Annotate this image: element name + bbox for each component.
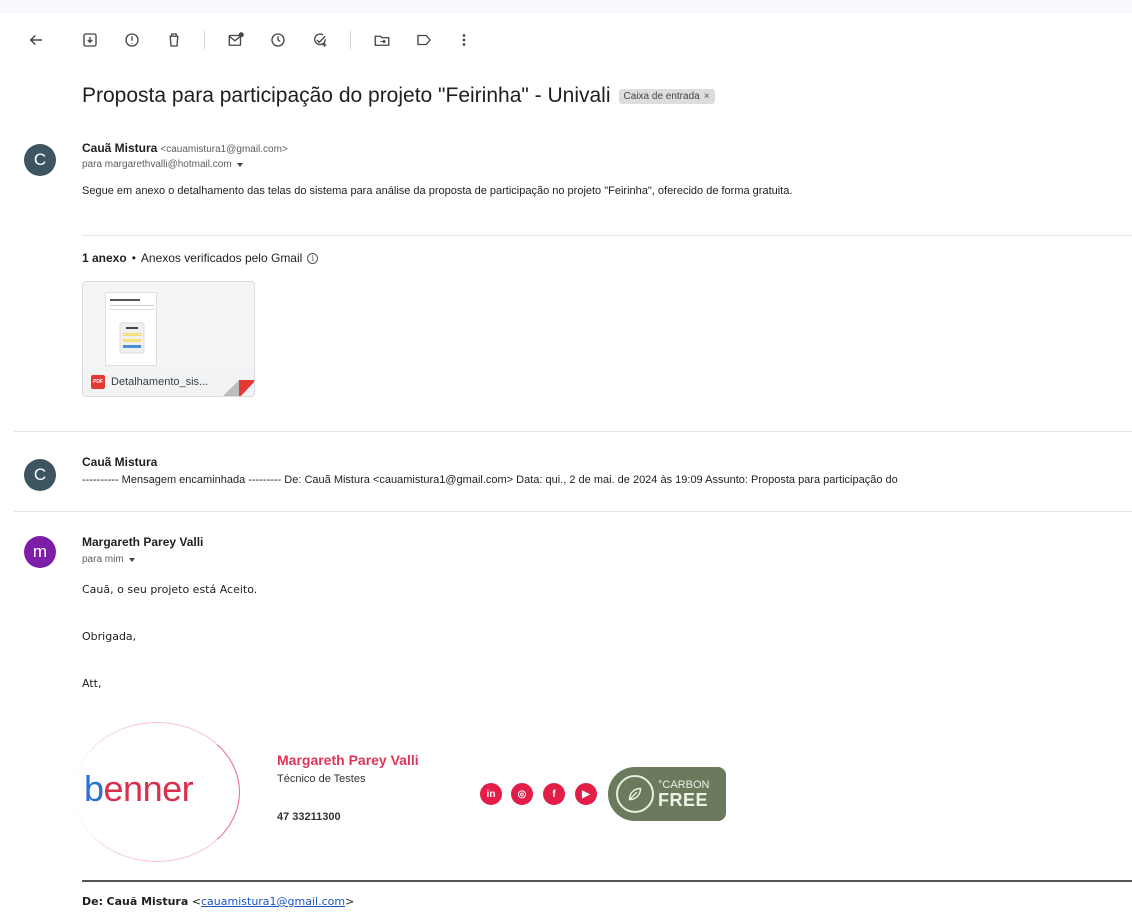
quoted-from-name: Cauã Mistura	[106, 895, 189, 908]
recipient-text: para margarethvalli@hotmail.com	[82, 159, 232, 170]
top-strip	[0, 0, 1132, 14]
carbon-free-badge: °CARBON FREE	[608, 767, 726, 821]
avatar-letter: C	[33, 150, 47, 169]
attachments-count: 1 anexo	[82, 251, 127, 265]
document-preview	[105, 292, 157, 366]
recipient-details[interactable]: para mim	[82, 554, 135, 565]
sender-name-text: Cauã Mistura	[82, 141, 158, 155]
quoted-from-label: De:	[82, 895, 103, 908]
move-to-icon[interactable]	[368, 26, 396, 54]
attachment-thumbnail	[83, 282, 254, 366]
pdf-icon: PDF	[91, 375, 105, 389]
sender-email: <cauamistura1@gmail.com>	[160, 144, 288, 155]
fold-corner-icon	[223, 380, 254, 396]
add-to-tasks-icon[interactable]	[306, 26, 334, 54]
signature-phone: 47 33211300	[277, 811, 341, 823]
attachments-header: 1 anexo • Anexos verificados pelo Gmail …	[82, 251, 319, 265]
youtube-icon[interactable]: ▶	[575, 783, 597, 805]
instagram-icon[interactable]: ◎	[511, 783, 533, 805]
message-body-line: Cauã, o seu projeto está Aceito.	[82, 583, 258, 596]
quoted-from-email-link[interactable]: cauamistura1@gmail.com	[201, 895, 345, 908]
snooze-icon[interactable]	[264, 26, 292, 54]
benner-logo: benner	[84, 768, 194, 809]
chevron-down-icon	[128, 557, 135, 562]
sender-name[interactable]: Margareth Parey Valli	[82, 535, 203, 549]
remove-label-icon[interactable]: ×	[704, 91, 710, 102]
avatar[interactable]: C	[24, 459, 56, 491]
toolbar-divider	[350, 31, 351, 49]
label-icon[interactable]	[410, 26, 438, 54]
signature-name: Margareth Parey Valli	[277, 752, 419, 768]
attachments-separator: •	[131, 251, 136, 265]
avatar[interactable]: m	[24, 536, 56, 568]
back-arrow-icon[interactable]	[22, 26, 50, 54]
toolbar-divider	[204, 31, 205, 49]
thread-subject: Proposta para participação do projeto "F…	[82, 84, 611, 107]
mark-unread-icon[interactable]	[222, 26, 250, 54]
linkedin-icon[interactable]: in	[480, 783, 502, 805]
recipient-text: para mim	[82, 554, 124, 565]
avatar-letter: C	[33, 465, 47, 484]
divider	[82, 235, 1132, 236]
chevron-down-icon	[236, 162, 243, 167]
attachments-note: Anexos verificados pelo Gmail	[140, 251, 303, 265]
info-icon[interactable]: i	[307, 252, 319, 264]
recipient-details[interactable]: para margarethvalli@hotmail.com	[82, 159, 243, 170]
attachment-name: Detalhamento_sis...	[111, 376, 209, 388]
delete-icon[interactable]	[160, 26, 188, 54]
message-toolbar	[22, 26, 522, 54]
quoted-from-line: De: Cauã Mistura <cauamistura1@gmail.com…	[82, 895, 355, 908]
message-body-line: Att,	[82, 677, 102, 690]
carbon-free-text: °CARBON FREE	[658, 778, 710, 810]
facebook-icon[interactable]: f	[543, 783, 565, 805]
archive-icon[interactable]	[76, 26, 104, 54]
divider	[14, 511, 1132, 512]
avatar[interactable]: C	[24, 144, 56, 176]
sender-name[interactable]: Cauã Mistura	[82, 455, 157, 469]
report-spam-icon[interactable]	[118, 26, 146, 54]
attachment-card[interactable]: PDF Detalhamento_sis...	[82, 281, 255, 397]
divider	[14, 431, 1132, 432]
signature-role: Técnico de Testes	[277, 773, 366, 785]
more-options-icon[interactable]	[450, 26, 478, 54]
message-body: Segue em anexo o detalhamento das telas …	[82, 185, 793, 197]
avatar-letter: m	[32, 542, 48, 561]
message-body-line: Obrigada,	[82, 630, 137, 643]
collapsed-message-snippet[interactable]: ---------- Mensagem encaminhada --------…	[82, 474, 898, 486]
quoted-divider	[82, 880, 1132, 882]
subject-row: Proposta para participação do projeto "F…	[82, 84, 715, 108]
leaf-icon	[616, 775, 654, 813]
label-chip-text: Caixa de entrada	[623, 90, 700, 102]
sender-name[interactable]: Cauã Mistura <cauamistura1@gmail.com>	[82, 141, 288, 155]
inbox-label-chip[interactable]: Caixa de entrada ×	[618, 88, 715, 104]
